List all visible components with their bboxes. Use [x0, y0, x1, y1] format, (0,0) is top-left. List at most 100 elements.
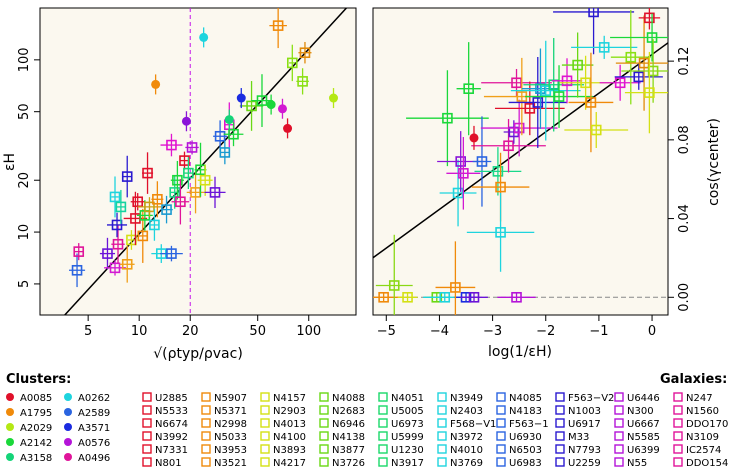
galaxy-legend-marker — [378, 444, 388, 454]
galaxy-legend-marker — [673, 444, 683, 454]
galaxies-legend: U2885 N5533 N6674 N3992 N7331 N801 N5907 N5371 N… — [142, 392, 728, 469]
galaxy-legend-label: F563−V2 — [568, 393, 614, 404]
galaxy-legend-marker — [673, 431, 683, 441]
galaxy-legend-label: N4183 — [509, 406, 542, 417]
right-y-axis-label: cos(γcenter) — [706, 118, 722, 206]
galaxy-legend-marker — [673, 418, 683, 428]
galaxy-legend-label: N2683 — [332, 406, 365, 417]
galaxy-legend-marker — [614, 405, 624, 415]
galaxy-legend-marker — [555, 431, 565, 441]
x-tick-label: 0 — [648, 324, 656, 339]
cluster-legend-marker — [64, 438, 72, 446]
galaxy-legend-label: N3726 — [332, 458, 365, 469]
galaxy-legend-marker — [319, 418, 329, 428]
cluster-point — [283, 123, 293, 133]
galaxy-legend-label: N3949 — [450, 393, 483, 404]
galaxy-legend-marker — [260, 405, 270, 415]
galaxy-legend-label: U6446 — [627, 393, 660, 404]
galaxy-legend-label: U6930 — [509, 432, 542, 443]
galaxy-legend-marker — [437, 405, 447, 415]
right-x-axis-label: log(1/εH) — [488, 344, 552, 360]
galaxy-legend-marker — [496, 431, 506, 441]
clusters-legend: A0085 A1795 A2029 A2142 A3158 A0262 A2589 A3571… — [6, 393, 110, 464]
galaxy-legend-label: N2903 — [273, 406, 306, 417]
galaxy-legend-label: N300 — [627, 406, 654, 417]
galaxy-legend-label: N3109 — [686, 432, 719, 443]
galaxy-legend-label: DDO154 — [686, 458, 728, 469]
galaxy-legend-marker — [201, 444, 211, 454]
galaxy-legend-marker — [555, 457, 565, 467]
galaxy-legend-marker — [378, 405, 388, 415]
figure: 5 10 20 50 100 5 10 20 50 100 √(ρtyp/ρvac) εH −5… — [2, 7, 728, 469]
y-tick-label: 100 — [17, 47, 32, 72]
left-panel: 5 10 20 50 100 5 10 20 50 100 √(ρtyp/ρvac) εH — [2, 7, 357, 362]
galaxy-legend-label: N6503 — [509, 445, 542, 456]
galaxy-legend-marker — [142, 431, 152, 441]
cluster-legend-label: A0496 — [78, 453, 110, 464]
galaxy-legend-label: N4010 — [450, 445, 483, 456]
cluster-legend-label: A0085 — [20, 393, 52, 404]
galaxy-legend-label: N2998 — [214, 419, 247, 430]
cluster-point — [181, 116, 191, 126]
galaxy-legend-marker — [496, 457, 506, 467]
galaxy-legend-marker — [260, 418, 270, 428]
x-tick-label: 100 — [296, 324, 321, 339]
galaxy-legend-label: N4013 — [273, 419, 306, 430]
cluster-point — [236, 93, 246, 103]
galaxy-legend-label: N4088 — [332, 393, 365, 404]
y-tick-label: 10 — [17, 224, 32, 241]
cluster-legend-marker — [64, 423, 72, 431]
galaxy-legend-label: U6973 — [391, 419, 424, 430]
galaxy-legend-marker — [673, 405, 683, 415]
galaxy-legend-marker — [555, 392, 565, 402]
x-tick-label: 5 — [84, 324, 92, 339]
cluster-legend-label: A1795 — [20, 408, 52, 419]
galaxy-legend-marker — [378, 457, 388, 467]
cluster-point — [469, 133, 479, 143]
galaxy-legend-marker — [378, 431, 388, 441]
galaxy-legend-marker — [142, 444, 152, 454]
galaxy-legend-marker — [437, 418, 447, 428]
galaxy-legend-label: N3972 — [450, 432, 483, 443]
galaxy-legend-marker — [437, 431, 447, 441]
galaxy-legend-marker — [555, 418, 565, 428]
x-tick-label: −2 — [536, 324, 555, 339]
cluster-legend-label: A2589 — [78, 408, 110, 419]
cluster-legend-marker — [6, 408, 14, 416]
galaxy-legend-marker — [614, 457, 624, 467]
galaxy-legend-marker — [319, 444, 329, 454]
galaxy-legend-label: N3769 — [450, 458, 483, 469]
x-tick-label: −5 — [377, 324, 396, 339]
galaxy-legend-marker — [201, 418, 211, 428]
galaxy-legend-marker — [319, 431, 329, 441]
y-tick-label: 0.12 — [677, 47, 692, 76]
galaxy-legend-label: U6917 — [568, 419, 601, 430]
galaxy-legend-marker — [142, 392, 152, 402]
cluster-legend-marker — [6, 453, 14, 461]
galaxy-legend-marker — [496, 392, 506, 402]
galaxy-legend-marker — [437, 392, 447, 402]
galaxy-legend-marker — [614, 418, 624, 428]
y-tick-label: 20 — [17, 172, 32, 189]
x-tick-label: 10 — [131, 324, 148, 339]
galaxy-legend-marker — [201, 405, 211, 415]
galaxy-legend-label: N7793 — [568, 445, 601, 456]
galaxy-legend-label: U1230 — [391, 445, 424, 456]
galaxy-legend-label: N3521 — [214, 458, 247, 469]
cluster-point — [266, 100, 276, 110]
galaxy-legend-label: N5371 — [214, 406, 247, 417]
galaxy-legend-marker — [142, 405, 152, 415]
y-tick-label: 0.00 — [677, 283, 692, 312]
galaxy-legend-label: N3992 — [155, 432, 188, 443]
galaxy-legend-label: N7331 — [155, 445, 188, 456]
galaxy-legend-marker — [437, 457, 447, 467]
left-y-ticks: 5 10 20 50 100 — [17, 47, 40, 288]
y-tick-label: 0.04 — [677, 204, 692, 233]
galaxy-legend-marker — [496, 444, 506, 454]
galaxy-legend-label: U5005 — [391, 406, 424, 417]
galaxy-legend-label: N4157 — [273, 393, 306, 404]
galaxy-legend-label: N4085 — [509, 393, 542, 404]
left-x-axis-label: √(ρtyp/ρvac) — [153, 346, 243, 362]
galaxy-legend-label: N3917 — [391, 458, 424, 469]
galaxy-legend-label: N6674 — [155, 419, 188, 430]
